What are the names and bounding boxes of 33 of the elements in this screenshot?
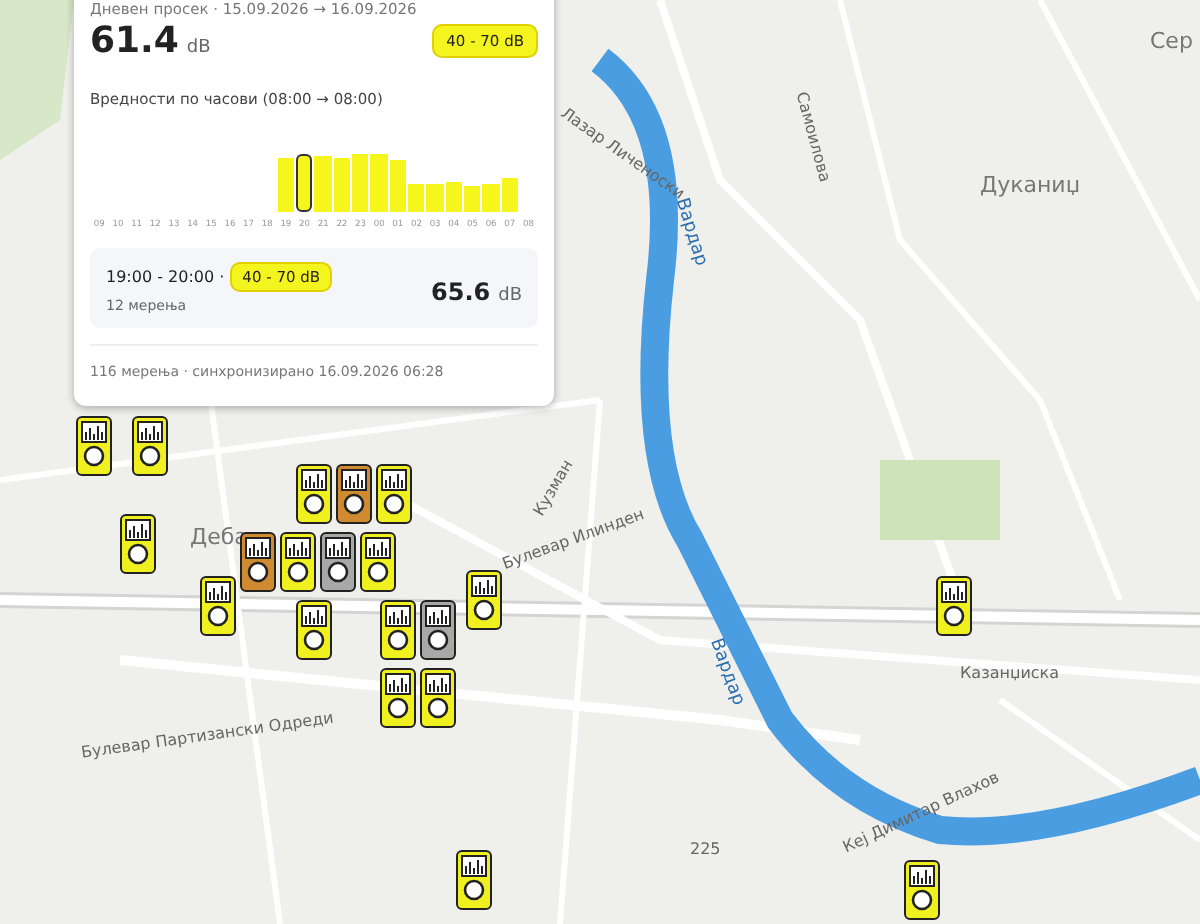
map-label: Казанџиска xyxy=(960,664,1060,682)
sensor-marker[interactable] xyxy=(120,514,156,574)
sensor-marker[interactable] xyxy=(320,532,356,592)
sensor-marker[interactable] xyxy=(420,600,456,660)
map-label: 225 xyxy=(690,840,721,858)
sensor-marker[interactable] xyxy=(296,464,332,524)
time-range: 19:00 - 20:00 · xyxy=(106,268,225,286)
sensor-marker[interactable] xyxy=(76,416,112,476)
map-label: Вардар xyxy=(670,196,711,269)
unit-label: dB xyxy=(498,285,522,305)
sensor-marker[interactable] xyxy=(132,416,168,476)
map-label: Булевар Партизански Одреди xyxy=(80,708,335,762)
sensor-marker[interactable] xyxy=(904,860,940,920)
average-value: 61.4 xyxy=(90,20,179,62)
sensor-marker[interactable] xyxy=(200,576,236,636)
sensor-marker[interactable] xyxy=(240,532,276,592)
sensor-marker[interactable] xyxy=(420,668,456,728)
sensor-marker[interactable] xyxy=(456,850,492,910)
park-area xyxy=(880,460,1000,540)
hour-value: 65.6 xyxy=(431,277,491,305)
sensor-marker[interactable] xyxy=(280,532,316,592)
map-label: Дуканиџ xyxy=(980,172,1081,198)
map-label: Сер xyxy=(1150,28,1193,54)
sensor-marker[interactable] xyxy=(936,576,972,636)
sensor-marker[interactable] xyxy=(296,600,332,660)
sensor-marker[interactable] xyxy=(376,464,412,524)
unit-label: dB xyxy=(186,38,211,58)
sensor-marker[interactable] xyxy=(380,600,416,660)
sensor-marker[interactable] xyxy=(360,532,396,592)
sensor-marker[interactable] xyxy=(466,570,502,630)
sensor-marker[interactable] xyxy=(336,464,372,524)
sensor-marker[interactable] xyxy=(380,668,416,728)
hour-bar[interactable] xyxy=(296,153,313,212)
